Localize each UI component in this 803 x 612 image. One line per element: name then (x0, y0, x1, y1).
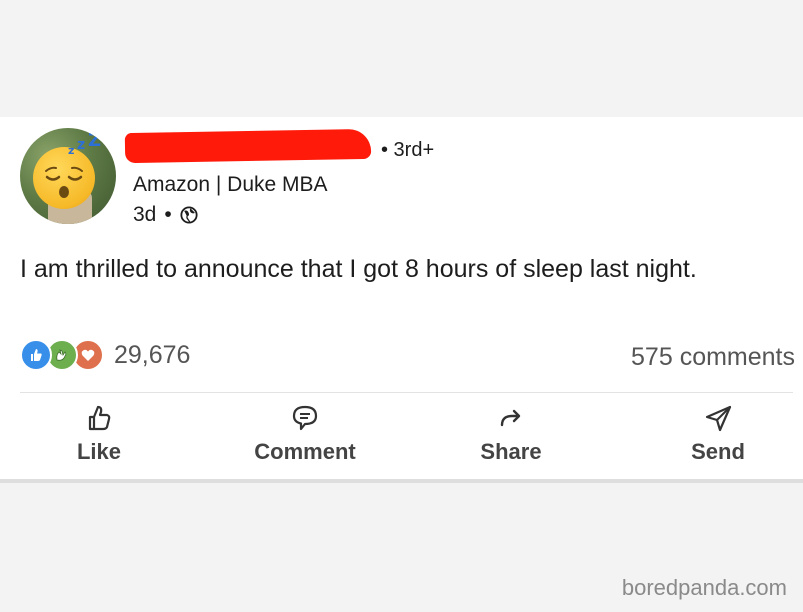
author-avatar[interactable]: z z Z (20, 128, 116, 224)
share-label: Share (480, 439, 542, 464)
post-time: 3d (133, 203, 157, 226)
comments-count[interactable]: 575 comments (631, 343, 795, 372)
comment-label: Comment (254, 439, 356, 464)
connection-degree: • 3rd+ (381, 139, 435, 161)
sleeping-emoji-icon (33, 147, 95, 209)
author-headline: Amazon | Duke MBA (133, 173, 328, 196)
meta-separator: • (164, 203, 172, 226)
comment-button[interactable]: Comment (235, 403, 375, 465)
share-arrow-icon (500, 409, 521, 427)
like-button[interactable]: Like (29, 403, 169, 465)
send-icon (705, 405, 732, 432)
comment-icon (292, 405, 318, 431)
thumbs-up-icon (88, 405, 111, 431)
send-label: Send (691, 439, 745, 464)
like-label: Like (76, 439, 122, 464)
reactions-summary[interactable]: 29,676 (20, 339, 190, 371)
redacted-author-name (124, 128, 372, 164)
reaction-count[interactable]: 29,676 (114, 341, 190, 370)
like-reaction-icon (20, 339, 52, 371)
share-button[interactable]: Share (441, 403, 581, 465)
actions-divider (20, 392, 793, 393)
post-body: I am thrilled to announce that I got 8 h… (20, 255, 697, 283)
globe-icon (180, 206, 198, 224)
post-meta: 3d • (133, 203, 198, 227)
post-actions-bar: Like Comment Share Send (0, 403, 803, 471)
post-card: z z Z • 3rd+ Amazon | Duke MBA 3d • I am… (0, 117, 803, 483)
send-button[interactable]: Send (648, 403, 788, 465)
watermark: boredpanda.com (621, 575, 787, 600)
